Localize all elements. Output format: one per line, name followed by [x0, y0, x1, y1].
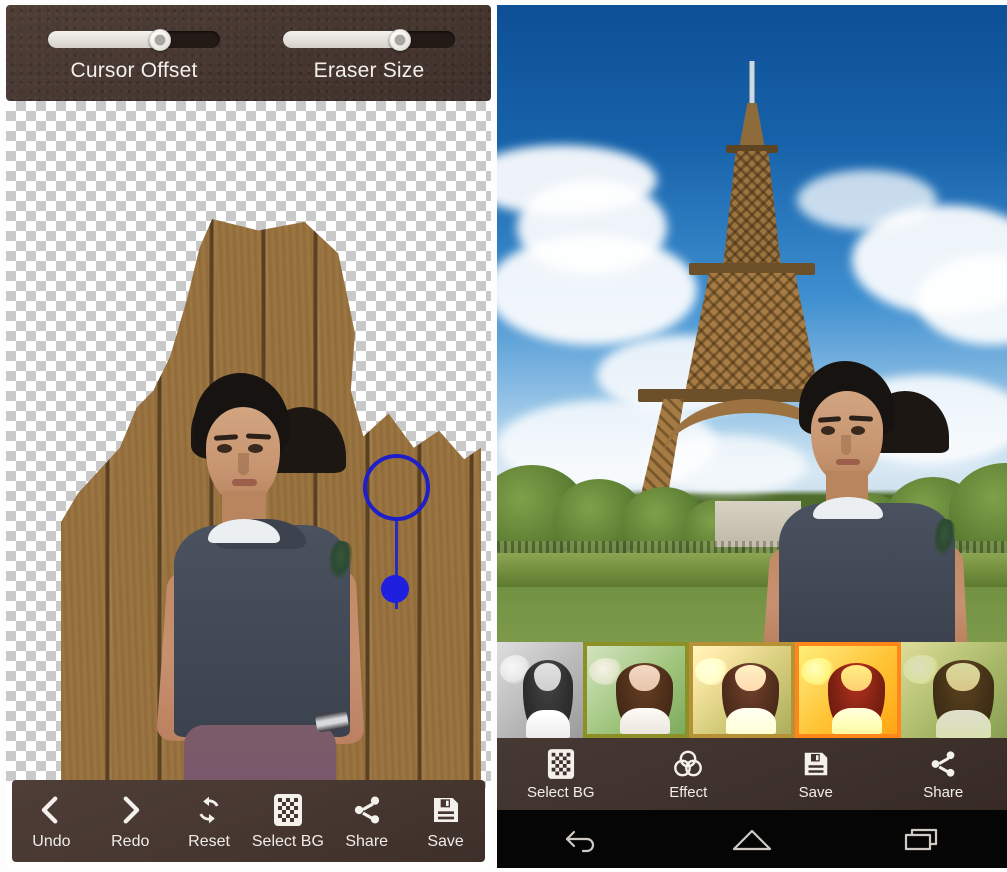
- girl-face: [533, 662, 561, 691]
- thumbnail-image: [587, 646, 685, 734]
- person-shirt: [779, 503, 955, 642]
- result-photo[interactable]: [497, 5, 1007, 642]
- eraser-size-thumb[interactable]: [388, 28, 411, 51]
- cursor-offset-slider[interactable]: [48, 28, 220, 51]
- effect-button[interactable]: Effect: [640, 747, 736, 801]
- back-icon[interactable]: [537, 819, 627, 859]
- home-icon[interactable]: [707, 819, 797, 859]
- effect-thumbnail-original[interactable]: [583, 642, 689, 738]
- girl-face: [840, 665, 872, 691]
- tower-top: [739, 103, 765, 149]
- effect-label: Effect: [669, 784, 708, 801]
- thumbnail-image: [901, 642, 1007, 738]
- share-button[interactable]: Share: [895, 747, 991, 801]
- chevron-right-icon: [111, 791, 149, 829]
- refresh-icon: [190, 791, 228, 829]
- thumb-subject: [616, 658, 674, 734]
- android-navigation-bar: [497, 810, 1007, 868]
- eraser-ring-cursor[interactable]: [363, 454, 430, 521]
- eraser-size-fill: [283, 31, 400, 48]
- girl-dress: [525, 709, 570, 738]
- effect-thumbnail-red[interactable]: [795, 642, 901, 738]
- girl-dress: [831, 708, 882, 734]
- checkerboard-icon: [269, 791, 307, 829]
- eraser-canvas[interactable]: [6, 101, 491, 788]
- venn-circles-icon: [671, 747, 705, 781]
- person-collar: [813, 497, 883, 519]
- app-screenshot: Cursor Offset Eraser Size Undo Redo Rese…: [0, 0, 1007, 872]
- share-icon: [348, 791, 386, 829]
- person-nose: [238, 453, 249, 475]
- effect-thumbnail-olive[interactable]: [901, 642, 1007, 738]
- eraser-touch-point[interactable]: [381, 575, 409, 603]
- eraser-size-slider[interactable]: [283, 28, 455, 51]
- right-result-panel: Select BG Effect Save Share: [497, 5, 1007, 868]
- share-label: Share: [923, 784, 964, 801]
- select-bg-label: Select BG: [251, 833, 324, 850]
- checkerboard-icon: [544, 747, 578, 781]
- slider-labels: Cursor Offset Eraser Size: [6, 59, 491, 89]
- girl-face: [734, 665, 766, 691]
- recents-icon[interactable]: [877, 819, 967, 859]
- cursor-offset-fill: [48, 31, 160, 48]
- redo-label: Redo: [111, 833, 150, 850]
- select-bg-label: Select BG: [526, 784, 595, 801]
- reset-button[interactable]: Reset: [170, 791, 248, 851]
- tower-middle: [723, 151, 781, 267]
- left-editor-panel: Cursor Offset Eraser Size Undo Redo Rese…: [6, 5, 491, 868]
- undo-button[interactable]: Undo: [12, 791, 90, 851]
- chevron-left-icon: [32, 791, 70, 829]
- top-slider-toolbar: Cursor Offset Eraser Size: [6, 5, 491, 101]
- thumbnail-image: [693, 646, 791, 734]
- effect-thumbnail-warm[interactable]: [689, 642, 795, 738]
- left-bottom-toolbar: Undo Redo Reset Select BG Share Save: [12, 780, 485, 862]
- effects-filmstrip[interactable]: [497, 642, 1007, 738]
- person-eye-left: [821, 426, 835, 435]
- thumbnail-image: [497, 642, 583, 738]
- floppy-disk-icon: [427, 791, 465, 829]
- save-label: Save: [427, 833, 464, 850]
- girl-dress: [619, 708, 670, 734]
- redo-button[interactable]: Redo: [91, 791, 169, 851]
- save-button[interactable]: Save: [407, 791, 485, 851]
- person-pants: [184, 725, 336, 788]
- undo-label: Undo: [32, 833, 71, 850]
- composited-person: [759, 361, 971, 642]
- girl-face: [628, 665, 660, 691]
- person-eye-left: [217, 444, 232, 453]
- person-eye-right: [851, 426, 865, 435]
- girl-dress: [936, 709, 991, 738]
- person-mouth: [836, 459, 860, 465]
- slider-row: [6, 28, 491, 55]
- eraser-size-label: Eraser Size: [313, 59, 425, 82]
- girl-dress: [725, 708, 776, 734]
- share-label: Share: [345, 833, 389, 850]
- tower-spire: [749, 61, 755, 105]
- thumb-subject: [722, 658, 780, 734]
- person-eye-right: [248, 444, 263, 453]
- cursor-offset-label: Cursor Offset: [70, 59, 198, 82]
- person-mouth: [232, 479, 257, 486]
- thumb-subject: [522, 655, 573, 738]
- girl-face: [946, 662, 980, 691]
- thumb-subject: [932, 655, 995, 738]
- share-icon: [926, 747, 960, 781]
- cursor-offset-thumb[interactable]: [148, 28, 171, 51]
- select-bg-button[interactable]: Select BG: [249, 791, 327, 851]
- effect-thumbnail-grayscale[interactable]: [497, 642, 583, 738]
- share-button[interactable]: Share: [328, 791, 406, 851]
- person-nose: [841, 435, 851, 455]
- select-bg-button[interactable]: Select BG: [513, 747, 609, 801]
- thumb-subject: [828, 658, 886, 734]
- right-bottom-toolbar: Select BG Effect Save Share: [497, 738, 1007, 810]
- reset-label: Reset: [188, 833, 230, 850]
- floppy-disk-icon: [799, 747, 833, 781]
- save-button[interactable]: Save: [768, 747, 864, 801]
- save-label: Save: [798, 784, 833, 801]
- person-shirt: [174, 519, 350, 737]
- thumbnail-image: [799, 646, 897, 734]
- subject-person: [156, 373, 366, 788]
